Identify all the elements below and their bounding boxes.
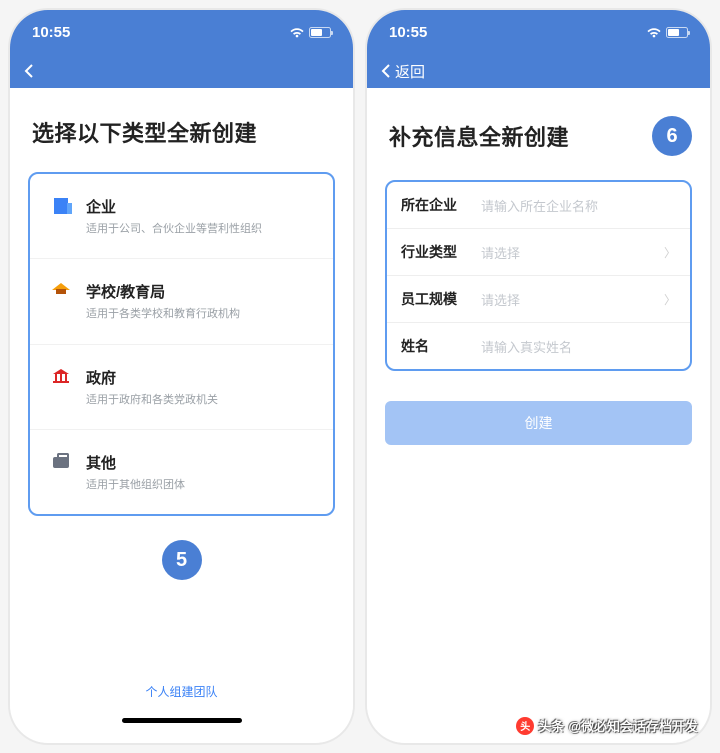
chevron-right-icon: 〉	[664, 291, 676, 308]
type-option-enterprise[interactable]: 企业 适用于公司、合伙企业等营利性组织	[30, 174, 333, 258]
back-label: 返回	[395, 61, 425, 82]
home-indicator[interactable]	[122, 718, 242, 723]
chevron-right-icon: 〉	[664, 244, 676, 261]
status-time: 10:55	[389, 24, 427, 41]
field-label: 姓名	[401, 336, 473, 356]
nav-header	[10, 54, 353, 88]
option-desc: 适用于公司、合伙企业等营利性组织	[86, 222, 317, 236]
toutiao-logo-icon: 头	[516, 717, 534, 735]
type-option-government[interactable]: 政府 适用于政府和各类党政机关	[30, 344, 333, 429]
field-size[interactable]: 员工规模 请选择 〉	[387, 275, 690, 322]
battery-icon	[666, 27, 688, 38]
watermark-prefix: 头条	[538, 716, 564, 735]
create-button[interactable]: 创建	[385, 401, 692, 445]
field-label: 员工规模	[401, 289, 473, 309]
nav-header: 返回	[367, 54, 710, 88]
page-title: 选择以下类型全新创建	[32, 116, 257, 148]
type-option-other[interactable]: 其他 适用于其他组织团体	[30, 429, 333, 514]
info-form: 所在企业 请输入所在企业名称 行业类型 请选择 〉 员工规模 请选择 〉 姓名 …	[385, 180, 692, 371]
option-desc: 适用于其他组织团体	[86, 478, 317, 492]
field-company[interactable]: 所在企业 请输入所在企业名称	[387, 182, 690, 228]
personal-team-link[interactable]: 个人组建团队	[28, 653, 335, 712]
wifi-icon	[289, 27, 305, 38]
field-label: 行业类型	[401, 242, 473, 262]
type-option-list: 企业 适用于公司、合伙企业等营利性组织 学校/教育局 适用于各类学校和教育行政机…	[28, 172, 335, 516]
field-placeholder: 请输入真实姓名	[481, 337, 676, 356]
watermark-text: @微必知会话存档开发	[568, 716, 698, 735]
back-button[interactable]	[24, 63, 34, 79]
field-label: 所在企业	[401, 195, 473, 215]
field-placeholder: 请选择	[481, 290, 664, 309]
status-icons	[289, 27, 331, 38]
field-placeholder: 请选择	[481, 243, 664, 262]
wifi-icon	[646, 27, 662, 38]
chevron-left-icon	[381, 63, 391, 79]
government-icon	[53, 369, 69, 383]
back-button[interactable]: 返回	[381, 61, 425, 82]
step-badge: 6	[652, 116, 692, 156]
watermark: 头 头条 @微必知会话存档开发	[516, 716, 698, 735]
status-icons	[646, 27, 688, 38]
field-name[interactable]: 姓名 请输入真实姓名	[387, 322, 690, 369]
status-time: 10:55	[32, 24, 70, 41]
briefcase-icon	[53, 457, 69, 468]
step-badge: 5	[162, 540, 202, 580]
page-body: 补充信息全新创建 6 所在企业 请输入所在企业名称 行业类型 请选择 〉 员工规…	[367, 88, 710, 743]
graduation-cap-icon	[52, 283, 70, 290]
field-industry[interactable]: 行业类型 请选择 〉	[387, 228, 690, 275]
option-desc: 适用于政府和各类党政机关	[86, 393, 317, 407]
chevron-left-icon	[24, 63, 34, 79]
option-desc: 适用于各类学校和教育行政机构	[86, 307, 317, 321]
status-bar: 10:55	[10, 10, 353, 54]
type-option-school[interactable]: 学校/教育局 适用于各类学校和教育行政机构	[30, 258, 333, 343]
screen-supplement-info: 10:55 返回 补充信息全新创建 6 所在企业 请输入所在企业名称 行业类型 …	[367, 10, 710, 743]
building-icon	[54, 198, 68, 214]
page-title: 补充信息全新创建	[389, 120, 569, 152]
page-body: 选择以下类型全新创建 企业 适用于公司、合伙企业等营利性组织 学校/教育局 适用…	[10, 88, 353, 743]
option-name: 企业	[86, 196, 317, 217]
screen-select-type: 10:55 选择以下类型全新创建 企业 适用于公司、合伙企业等营利性组织	[10, 10, 353, 743]
option-name: 学校/教育局	[86, 281, 317, 302]
option-name: 其他	[86, 452, 317, 473]
status-bar: 10:55	[367, 10, 710, 54]
option-name: 政府	[86, 367, 317, 388]
battery-icon	[309, 27, 331, 38]
field-placeholder: 请输入所在企业名称	[481, 196, 676, 215]
